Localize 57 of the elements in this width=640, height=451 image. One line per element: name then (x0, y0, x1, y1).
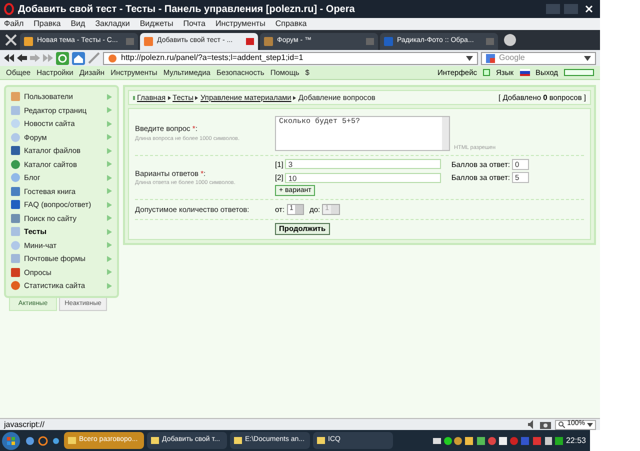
arrow-icon (107, 228, 112, 235)
favicon-icon (24, 37, 33, 46)
tools-icon[interactable] (4, 33, 18, 47)
arrow-icon (107, 215, 112, 222)
arrow-icon (107, 256, 112, 262)
back-icon[interactable] (17, 53, 27, 63)
reload-icon[interactable] (56, 52, 69, 64)
arrow-icon (107, 269, 112, 276)
menu-item[interactable]: Почта (183, 18, 206, 30)
home-icon[interactable] (72, 52, 85, 64)
start-button[interactable] (0, 430, 22, 450)
app-icon (234, 437, 242, 444)
quick-launch-icon[interactable] (51, 436, 61, 446)
menu-item[interactable]: Справка (275, 18, 307, 30)
arrow-icon (107, 282, 112, 289)
google-icon (486, 54, 495, 62)
quick-launch-icon[interactable] (25, 436, 35, 446)
checkbox-icon[interactable] (483, 69, 490, 76)
menu-item[interactable]: Правка (34, 18, 61, 30)
opera-logo-icon (4, 3, 14, 15)
rewind-icon[interactable] (4, 53, 14, 63)
menu-item[interactable]: Инструменты (215, 18, 266, 30)
arrow-icon (107, 120, 112, 127)
search-input[interactable]: Google (499, 52, 580, 64)
address-field[interactable]: http://polezn.ru/panel/?a=tests;l=addent_step1;id=1 (103, 52, 478, 64)
site-icon (108, 54, 117, 62)
scrollbar[interactable] (442, 116, 449, 150)
arrow-icon (107, 174, 112, 181)
arrow-icon (107, 94, 112, 100)
search-field[interactable]: Google (481, 52, 596, 64)
clock: 22:53 (566, 434, 586, 446)
favicon-icon (264, 37, 273, 46)
favicon-icon (144, 37, 153, 46)
status-text: javascript:// (4, 418, 46, 430)
separator-icon (195, 96, 198, 100)
arrow-icon (107, 134, 112, 140)
flag-icon[interactable] (520, 69, 530, 76)
tray-icons-drawing[interactable] (432, 436, 563, 446)
menu-item[interactable]: Файл (4, 18, 24, 30)
arrow-icon (107, 202, 112, 208)
favicon-icon (384, 37, 393, 46)
menu-item[interactable]: Вид (70, 18, 86, 30)
camera-icon[interactable] (540, 420, 552, 429)
separator-icon (168, 96, 171, 100)
arrow-icon (107, 107, 112, 114)
menu-item[interactable]: Закладки (95, 18, 130, 30)
app-icon (317, 437, 325, 444)
menu-item[interactable]: Виджеты (140, 18, 174, 30)
arrow-icon (107, 161, 112, 168)
separator-icon (293, 96, 296, 100)
slider-control[interactable] (564, 69, 594, 76)
arrow-icon (107, 148, 112, 154)
app-icon (151, 437, 159, 444)
window-title: Добавить свой тест - Тесты - Панель управления [polezn.ru] - Opera (18, 2, 356, 16)
arrow-icon (107, 242, 112, 248)
app-icon (68, 437, 76, 444)
arrow-icon (107, 188, 112, 194)
